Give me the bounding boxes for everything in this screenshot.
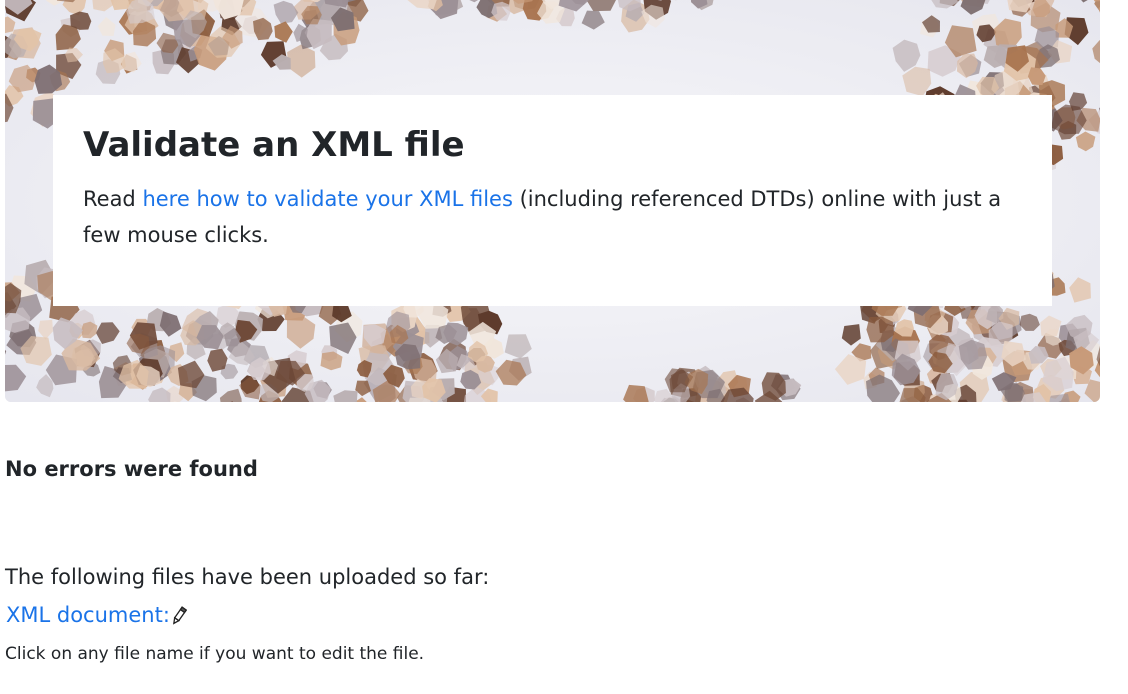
uploaded-files-intro: The following files have been uploaded s… — [5, 565, 490, 589]
hero-banner: Validate an XML file Read here how to va… — [5, 0, 1100, 402]
mosaic-tile — [70, 11, 92, 30]
hero-card: Validate an XML file Read here how to va… — [53, 95, 1052, 306]
validation-help-link[interactable]: here how to validate your XML files — [142, 187, 512, 211]
uploaded-file-item: XML document: — [6, 600, 188, 630]
xml-document-link[interactable]: XML document: — [6, 603, 170, 627]
page-title: Validate an XML file — [83, 125, 465, 165]
validation-status: No errors were found — [5, 457, 258, 481]
intro-prefix: Read — [83, 187, 143, 211]
mosaic-tile — [1032, 0, 1050, 17]
edit-hint: Click on any file name if you want to ed… — [5, 644, 425, 664]
hero-intro: Read here how to validate your XML files… — [83, 181, 1028, 253]
pencil-icon[interactable] — [171, 604, 188, 625]
